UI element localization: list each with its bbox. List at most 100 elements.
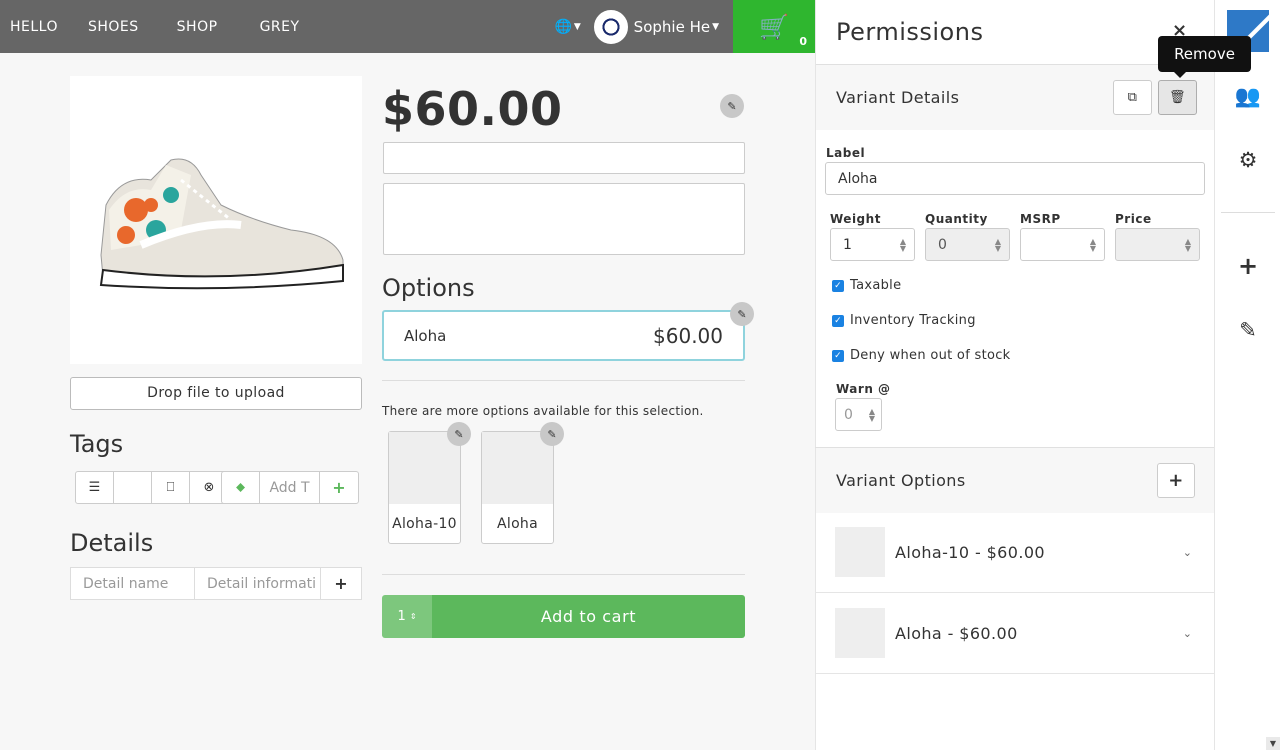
details-input-row: Detail name Detail informati + bbox=[70, 567, 362, 600]
divider bbox=[382, 380, 745, 381]
variant-label: Aloha-10 - $60.00 bbox=[895, 542, 1045, 562]
remove-button[interactable]: 🗑 bbox=[1158, 80, 1197, 115]
quantity-field: 0 ▲ ▼ bbox=[925, 228, 1010, 261]
add-tag-icon[interactable]: + bbox=[320, 472, 358, 503]
cart-button[interactable]: 🛒 0 bbox=[733, 0, 815, 53]
msrp-label: MSRP bbox=[1020, 212, 1061, 226]
more-options-text: There are more options available for thi… bbox=[382, 404, 704, 418]
stepper-icon: ▲ ▼ bbox=[994, 237, 1001, 253]
product-image[interactable] bbox=[70, 76, 362, 364]
option-thumb[interactable]: Aloha bbox=[481, 431, 554, 544]
bookmark-icon[interactable]: ⎕ bbox=[152, 472, 190, 503]
edit-icon[interactable]: ✎ bbox=[1215, 318, 1280, 342]
option-thumb-label: Aloha-10 bbox=[392, 516, 457, 532]
weight-field[interactable]: 1 ▲ ▼ bbox=[830, 228, 915, 261]
inventory-tracking-checkbox[interactable]: ✓ Inventory Tracking bbox=[832, 313, 976, 328]
variant-row[interactable]: Aloha - $60.00 ⌄ bbox=[815, 593, 1214, 674]
weight-value: 1 bbox=[843, 236, 852, 253]
variant-details-heading: Variant Details bbox=[836, 88, 960, 107]
panel-title: Permissions bbox=[836, 18, 984, 46]
language-dropdown[interactable]: 🌐 ▼ bbox=[548, 19, 588, 35]
nav-item-shoes[interactable]: SHOES bbox=[68, 0, 149, 53]
user-name: Sophie He bbox=[633, 17, 711, 36]
check-icon: ✓ bbox=[832, 314, 844, 327]
variant-row[interactable]: Aloha-10 - $60.00 ⌄ bbox=[815, 512, 1214, 593]
tag-toolbar: ☰ ⎕ ⊗ bbox=[75, 471, 229, 504]
tags-heading: Tags bbox=[70, 430, 124, 458]
option-price: $60.00 bbox=[653, 323, 723, 348]
translate-icon: 🌐 bbox=[554, 18, 572, 35]
cart-icon: 🛒 bbox=[759, 12, 789, 41]
pencil-icon[interactable]: ✎ bbox=[540, 422, 564, 446]
label-field[interactable]: Aloha bbox=[825, 162, 1205, 195]
drop-file-upload[interactable]: Drop file to upload bbox=[70, 377, 362, 410]
warn-label: Warn @ bbox=[836, 382, 891, 396]
right-toolbar: 👥 ⚙ + ✎ bbox=[1214, 0, 1280, 750]
top-navbar: HELLO SHOES SHOP GREY 🌐 ▼ Sophie He ▼ 🛒 0 bbox=[0, 0, 815, 53]
quantity-value: 1 bbox=[397, 609, 406, 624]
stepper-icon: ▲ ▼ bbox=[899, 237, 906, 253]
pencil-icon[interactable]: ✎ bbox=[447, 422, 471, 446]
placeholder-image bbox=[835, 527, 885, 577]
detail-info-input[interactable]: Detail informati bbox=[195, 568, 321, 599]
selected-option[interactable]: Aloha $60.00 bbox=[382, 310, 745, 361]
chevron-down-icon[interactable]: ⌄ bbox=[1183, 627, 1192, 640]
tag-icon: ⬥ bbox=[222, 472, 260, 503]
divider bbox=[1221, 212, 1275, 213]
stepper-icon: ▲ ▼ bbox=[1184, 237, 1191, 253]
chevron-down-icon[interactable]: ⌄ bbox=[1183, 546, 1192, 559]
chevron-down-icon: ▼ bbox=[712, 21, 719, 32]
option-thumb[interactable]: Aloha-10 bbox=[388, 431, 461, 544]
option-thumb-label: Aloha bbox=[497, 516, 538, 532]
nav-item-hello[interactable]: HELLO bbox=[0, 0, 68, 53]
gear-icon[interactable]: ⚙ bbox=[1215, 148, 1280, 172]
add-detail-button[interactable]: + bbox=[321, 568, 361, 599]
variant-label: Aloha - $60.00 bbox=[895, 623, 1018, 643]
quantity-stepper[interactable]: 1 ⇕ bbox=[382, 595, 432, 638]
options-heading: Options bbox=[382, 274, 475, 302]
placeholder-image bbox=[389, 432, 460, 504]
product-price: $60.00 bbox=[382, 82, 563, 136]
add-to-cart-group: 1 ⇕ Add to cart bbox=[382, 595, 745, 638]
warn-value: 0 bbox=[844, 406, 853, 423]
product-title-input[interactable] bbox=[383, 142, 745, 174]
add-variant-button[interactable]: + bbox=[1157, 463, 1195, 498]
checkbox-label: Deny when out of stock bbox=[850, 348, 1011, 363]
nav-item-shop[interactable]: SHOP bbox=[149, 0, 228, 53]
add-to-cart-button[interactable]: Add to cart bbox=[432, 595, 745, 638]
avatar bbox=[593, 9, 628, 44]
blank-tag-button[interactable] bbox=[114, 472, 152, 503]
divider bbox=[382, 574, 745, 575]
detail-name-input[interactable]: Detail name bbox=[71, 568, 195, 599]
pencil-icon[interactable]: ✎ bbox=[720, 94, 744, 118]
stepper-icon: ▲ ▼ bbox=[1089, 237, 1096, 253]
plus-icon[interactable]: + bbox=[1215, 252, 1280, 280]
option-name: Aloha bbox=[404, 326, 447, 345]
variant-options-heading: Variant Options bbox=[836, 471, 966, 490]
nav-item-grey[interactable]: GREY bbox=[228, 0, 310, 53]
duplicate-button[interactable]: ⧉ bbox=[1113, 80, 1152, 115]
warn-field[interactable]: 0 ▲ ▼ bbox=[835, 398, 882, 431]
trash-icon: 🗑 bbox=[1169, 90, 1186, 105]
panel-header: Permissions bbox=[816, 0, 1214, 65]
price-field: ▲ ▼ bbox=[1115, 228, 1200, 261]
weight-label: Weight bbox=[830, 212, 881, 226]
details-heading: Details bbox=[70, 529, 154, 557]
taxable-checkbox[interactable]: ✓ Taxable bbox=[832, 278, 901, 293]
checkbox-label: Inventory Tracking bbox=[850, 313, 976, 328]
plus-icon: + bbox=[1168, 470, 1184, 491]
tag-input[interactable]: Add T bbox=[260, 472, 320, 503]
check-icon: ✓ bbox=[832, 349, 844, 362]
scroll-down-arrow[interactable]: ▼ bbox=[1266, 737, 1280, 750]
tag-add-group: ⬥ Add T + bbox=[221, 471, 359, 504]
list-icon[interactable]: ☰ bbox=[76, 472, 114, 503]
pencil-icon[interactable]: ✎ bbox=[730, 302, 754, 326]
users-icon[interactable]: 👥 bbox=[1215, 84, 1280, 109]
msrp-field[interactable]: ▲ ▼ bbox=[1020, 228, 1105, 261]
product-description-textarea[interactable] bbox=[383, 183, 745, 255]
deny-out-of-stock-checkbox[interactable]: ✓ Deny when out of stock bbox=[832, 348, 1011, 363]
stepper-icon: ▲ ▼ bbox=[868, 407, 875, 423]
cart-count: 0 bbox=[799, 35, 807, 48]
check-icon: ✓ bbox=[832, 279, 844, 292]
user-menu[interactable]: Sophie He ▼ bbox=[588, 9, 733, 44]
